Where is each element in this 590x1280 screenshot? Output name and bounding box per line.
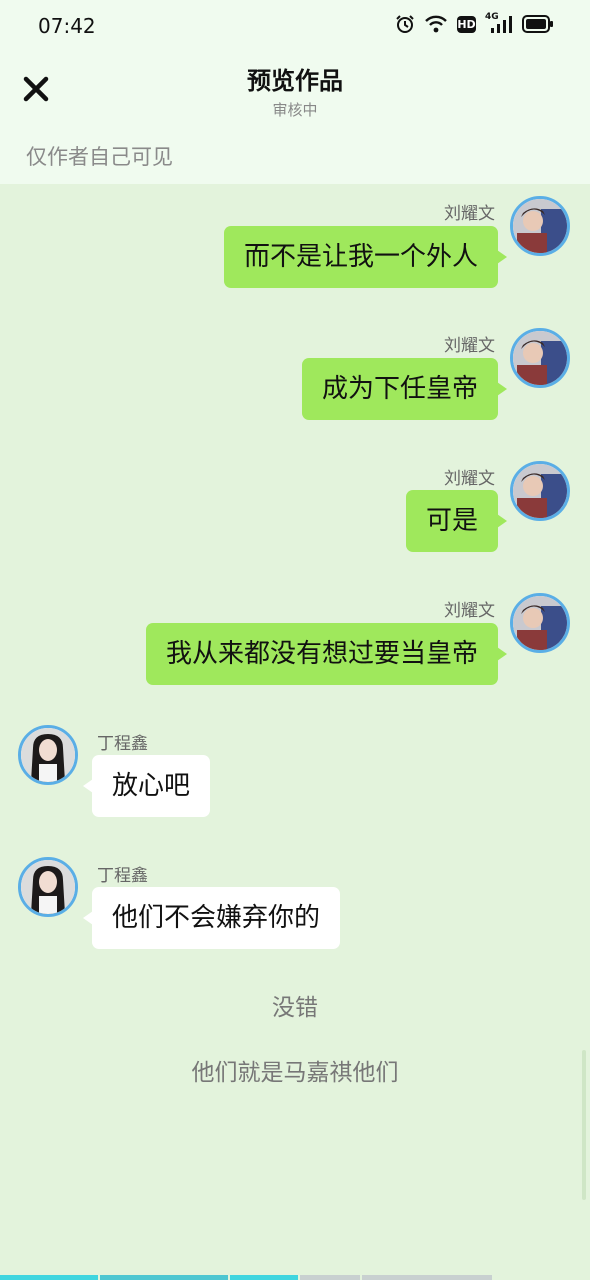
status-icons: HD 4G (395, 12, 554, 34)
progress-segment (362, 1275, 492, 1280)
hd-icon: HD (457, 15, 476, 33)
message-bubble[interactable]: 成为下任皇帝 (301, 358, 508, 420)
progress-segment (100, 1275, 228, 1280)
scrollbar[interactable] (582, 1050, 586, 1200)
narration-text: 没错 (272, 995, 318, 1021)
speaker-name: 刘耀文 (444, 601, 495, 621)
speaker-name: 刘耀文 (444, 204, 495, 224)
avatar[interactable] (510, 328, 570, 388)
message-bubble[interactable]: 而不是让我一个外人 (223, 226, 508, 288)
progress-segment (0, 1275, 98, 1280)
review-status: 审核中 (272, 101, 318, 119)
narration-text: 他们就是马嘉祺他们 (191, 1060, 399, 1086)
message-bubble[interactable]: 他们不会嫌弃你的 (82, 887, 341, 949)
avatar[interactable] (510, 593, 570, 653)
message-bubble[interactable]: 放心吧 (82, 755, 211, 817)
speaker-name: 丁程鑫 (97, 866, 148, 886)
progress-segment (300, 1275, 360, 1280)
alarm-icon (395, 14, 415, 34)
status-time: 07:42 (38, 14, 96, 38)
speaker-name: 刘耀文 (444, 469, 495, 489)
reading-progress (0, 1275, 590, 1280)
message-bubble[interactable]: 可是 (405, 490, 508, 552)
avatar[interactable] (18, 725, 78, 785)
speaker-name: 丁程鑫 (97, 734, 148, 754)
wifi-icon (424, 14, 448, 34)
avatar[interactable] (510, 196, 570, 256)
avatar[interactable] (510, 461, 570, 521)
avatar[interactable] (18, 857, 78, 917)
page-title: 预览作品 (247, 67, 343, 95)
battery-icon (522, 15, 554, 33)
message-bubble[interactable]: 我从来都没有想过要当皇帝 (145, 623, 508, 685)
progress-segment (230, 1275, 298, 1280)
visibility-note: 仅作者自己可见 (26, 145, 173, 169)
speaker-name: 刘耀文 (444, 336, 495, 356)
cellular-signal-icon: 4G (485, 12, 513, 34)
